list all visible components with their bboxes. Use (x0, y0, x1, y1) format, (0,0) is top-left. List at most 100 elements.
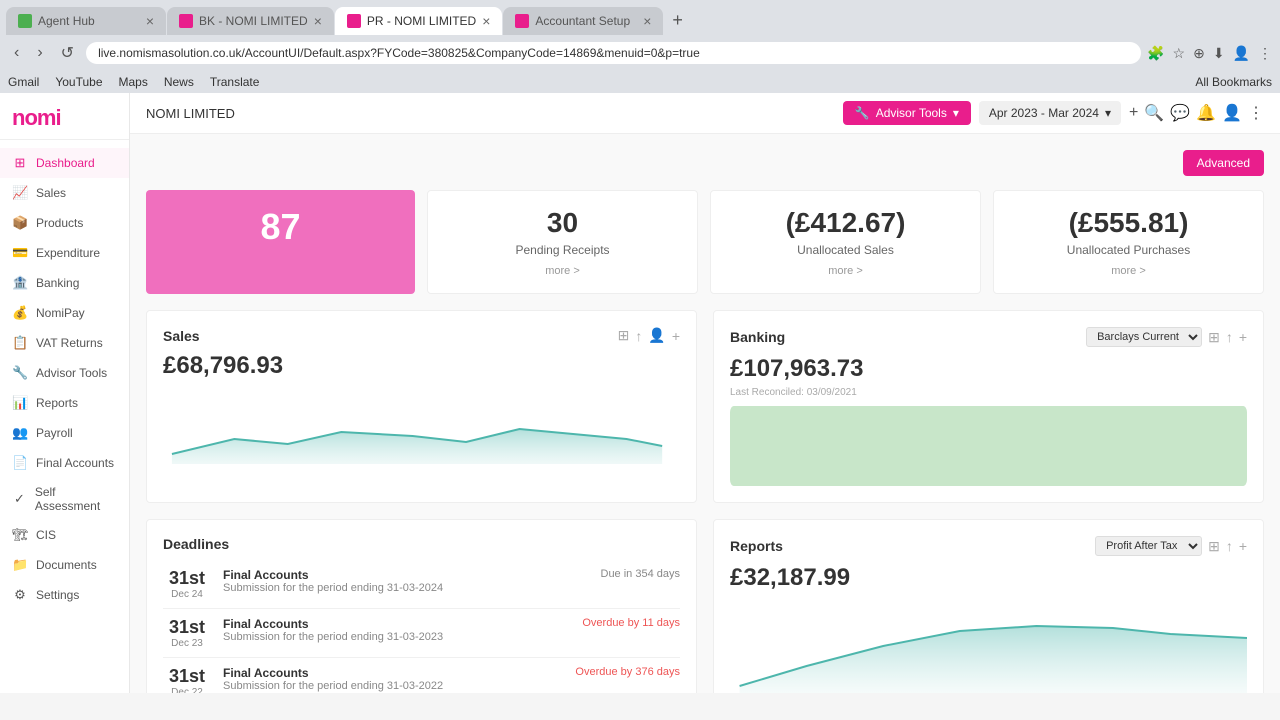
new-tab-button[interactable]: + (664, 6, 691, 35)
profile-icon[interactable]: 👤 (1233, 45, 1250, 62)
browser-icons: 🧩 ☆ ⊕ ⬇ 👤 ⋮ (1147, 45, 1272, 62)
nav-icon-sales: 📈 (12, 185, 28, 201)
menu-icon[interactable]: ⋮ (1258, 45, 1272, 62)
nav-label-expenditure: Expenditure (36, 246, 100, 260)
sidebar-item-settings[interactable]: ⚙ Settings (0, 580, 129, 610)
downloads-icon[interactable]: ⬇ (1213, 45, 1225, 62)
nav-label-banking: Banking (36, 276, 79, 290)
period-dropdown-icon: ▾ (1105, 106, 1111, 120)
tab-pr-nomi[interactable]: PR - NOMI LIMITED × (335, 7, 503, 35)
tab-close-pr-nomi[interactable]: × (482, 13, 490, 29)
sidebar-item-sales[interactable]: 📈 Sales (0, 178, 129, 208)
sidebar-item-expenditure[interactable]: 💳 Expenditure (0, 238, 129, 268)
reports-amount: £32,187.99 (730, 564, 1247, 592)
sidebar-item-nomipay[interactable]: 💰 NomiPay (0, 298, 129, 328)
reports-title: Reports (730, 538, 783, 554)
banking-icon-2[interactable]: ↑ (1226, 329, 1233, 345)
tab-bar: Agent Hub × BK - NOMI LIMITED × PR - NOM… (0, 0, 1280, 35)
nav-label-nomipay: NomiPay (36, 306, 85, 320)
sidebar-item-final-accounts[interactable]: 📄 Final Accounts (0, 448, 129, 478)
deadline-sub-2: Submission for the period ending 31-03-2… (223, 680, 563, 692)
reports-section: Reports Profit After Tax ⊞ ↑ + £32,187.9… (713, 519, 1264, 693)
add-icon-button[interactable]: + (1129, 103, 1138, 123)
unalloc-sales-more[interactable]: more > (727, 265, 964, 277)
sales-chart (163, 384, 680, 464)
unalloc-purchases-more[interactable]: more > (1010, 265, 1247, 277)
reports-controls: Profit After Tax ⊞ ↑ + (1095, 536, 1247, 556)
sales-icon-3[interactable]: 👤 (648, 327, 665, 344)
tab-close-accountant-setup[interactable]: × (643, 13, 651, 29)
extensions-icon[interactable]: 🧩 (1147, 45, 1164, 62)
reports-dropdown[interactable]: Profit After Tax (1095, 536, 1202, 556)
banking-icon-3[interactable]: + (1239, 329, 1247, 345)
tab-favicon-bk-nomi (179, 14, 193, 28)
tab-close-agent-hub[interactable]: × (146, 13, 154, 29)
sidebar-item-banking[interactable]: 🏦 Banking (0, 268, 129, 298)
advisor-tools-button[interactable]: 🔧 Advisor Tools ▾ (843, 101, 971, 125)
sales-title: Sales (163, 328, 200, 344)
nav-icon-banking: 🏦 (12, 275, 28, 291)
deadline-date-mon-1: Dec 23 (163, 638, 211, 649)
nav-icon-documents: 📁 (12, 557, 28, 573)
nav-label-payroll: Payroll (36, 426, 73, 440)
reports-icon-2[interactable]: ↑ (1226, 538, 1233, 554)
top-icons: + 🔍 💬 🔔 👤 ⋮ (1129, 103, 1264, 123)
bell-icon-button[interactable]: 🔔 (1196, 103, 1216, 123)
url-input[interactable] (86, 42, 1141, 64)
sidebar-item-cis[interactable]: 🏗 CIS (0, 520, 129, 550)
zoom-icon[interactable]: ⊕ (1193, 45, 1205, 62)
nav-icon-final-accounts: 📄 (12, 455, 28, 471)
bookmark-all[interactable]: All Bookmarks (1195, 75, 1272, 89)
reports-chart (730, 596, 1247, 693)
pending-more[interactable]: more > (444, 265, 681, 277)
sidebar-item-products[interactable]: 📦 Products (0, 208, 129, 238)
reports-icon-3[interactable]: + (1239, 538, 1247, 554)
bookmark-youtube[interactable]: YouTube (55, 75, 102, 89)
reports-icon-1[interactable]: ⊞ (1208, 538, 1220, 555)
address-bar: ‹ › ↺ 🧩 ☆ ⊕ ⬇ 👤 ⋮ (0, 35, 1280, 71)
tab-favicon-accountant-setup (515, 14, 529, 28)
sales-icon-2[interactable]: ↑ (635, 328, 642, 344)
menu-dots-button[interactable]: ⋮ (1248, 103, 1264, 123)
sidebar-item-vat-returns[interactable]: 📋 VAT Returns (0, 328, 129, 358)
bookmark-news[interactable]: News (164, 75, 194, 89)
bookmark-translate[interactable]: Translate (210, 75, 260, 89)
sales-chart-svg (163, 384, 680, 464)
sidebar-item-self-assessment[interactable]: ✓ Self Assessment (0, 478, 129, 520)
reports-section-header: Reports Profit After Tax ⊞ ↑ + (730, 536, 1247, 556)
tab-label-bk-nomi: BK - NOMI LIMITED (199, 14, 308, 28)
chat-icon-button[interactable]: 💬 (1170, 103, 1190, 123)
deadline-sub-0: Submission for the period ending 31-03-2… (223, 582, 589, 594)
reload-button[interactable]: ↺ (55, 41, 80, 65)
nav-label-reports: Reports (36, 396, 78, 410)
tab-favicon-agent-hub (18, 14, 32, 28)
tab-accountant-setup[interactable]: Accountant Setup × (503, 7, 663, 35)
sidebar-item-payroll[interactable]: 👥 Payroll (0, 418, 129, 448)
deadline-title-1: Final Accounts (223, 617, 570, 631)
user-icon-button[interactable]: 👤 (1222, 103, 1242, 123)
search-icon-button[interactable]: 🔍 (1144, 103, 1164, 123)
forward-button[interactable]: › (31, 42, 48, 64)
summary-card-unalloc-purchases: (£555.81) Unallocated Purchases more > (993, 190, 1264, 294)
back-button[interactable]: ‹ (8, 42, 25, 64)
period-selector-button[interactable]: Apr 2023 - Mar 2024 ▾ (979, 101, 1121, 125)
sidebar-item-dashboard[interactable]: ⊞ Dashboard (0, 148, 129, 178)
banking-icon-1[interactable]: ⊞ (1208, 329, 1220, 346)
unalloc-purchases-value: (£555.81) (1010, 207, 1247, 239)
tab-bk-nomi[interactable]: BK - NOMI LIMITED × (167, 7, 334, 35)
bookmark-gmail[interactable]: Gmail (8, 75, 39, 89)
deadline-date-0: 31st Dec 24 (163, 568, 211, 600)
bookmark-icon[interactable]: ☆ (1173, 45, 1186, 62)
tab-agent-hub[interactable]: Agent Hub × (6, 7, 166, 35)
advisor-tools-dropdown-icon: ▾ (953, 106, 959, 120)
sales-icon-1[interactable]: ⊞ (618, 327, 630, 344)
sidebar-item-documents[interactable]: 📁 Documents (0, 550, 129, 580)
bookmark-maps[interactable]: Maps (119, 75, 148, 89)
advanced-button[interactable]: Advanced (1183, 150, 1264, 176)
sidebar-item-advisor-tools[interactable]: 🔧 Advisor Tools (0, 358, 129, 388)
tab-close-bk-nomi[interactable]: × (314, 13, 322, 29)
company-name: NOMI LIMITED (146, 106, 235, 121)
sales-icon-4[interactable]: + (672, 328, 680, 344)
sidebar-item-reports[interactable]: 📊 Reports (0, 388, 129, 418)
banking-dropdown[interactable]: Barclays Current (1086, 327, 1202, 347)
